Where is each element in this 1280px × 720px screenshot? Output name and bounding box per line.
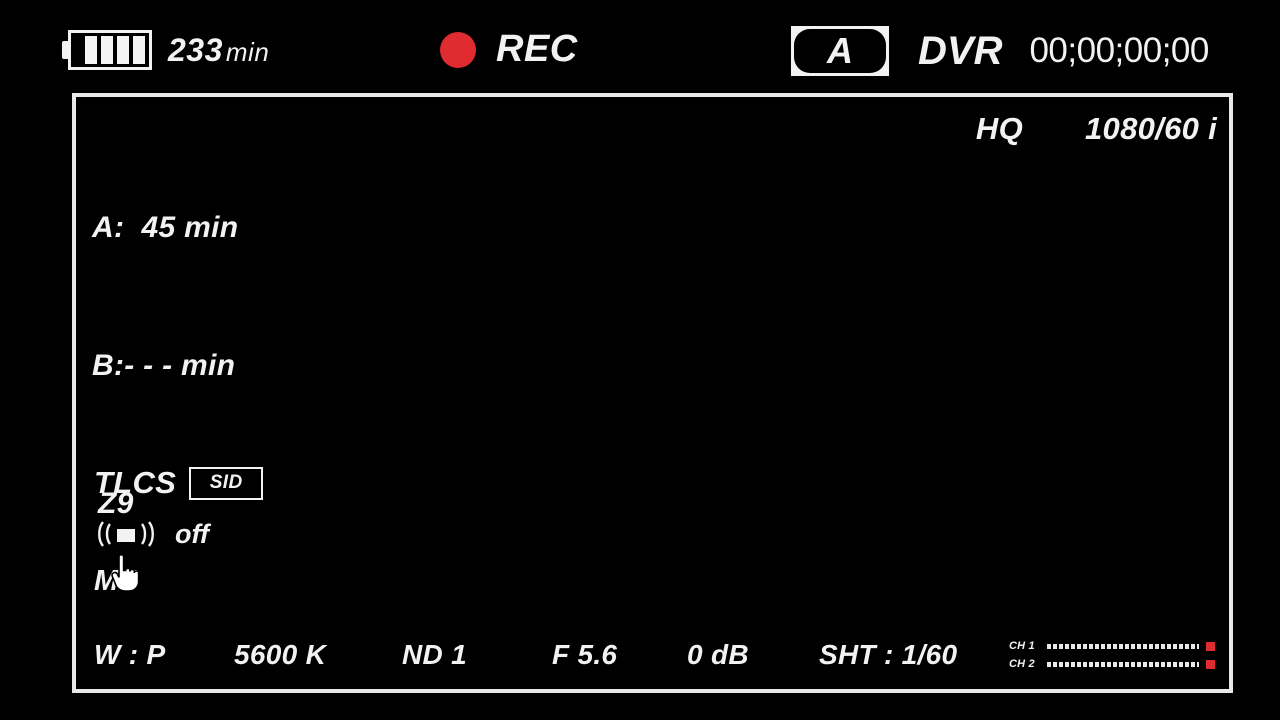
status-header-bar: 233 min REC A DVR 00;00;00;00 [0, 0, 1280, 93]
record-label: REC [496, 28, 578, 70]
white-balance-mode: W : P [94, 639, 166, 670]
audio-level-meters: CH 1 CH 2 [1009, 640, 1219, 671]
battery-icon [62, 30, 152, 70]
shutter-speed: SHT : 1/60 [819, 639, 958, 670]
battery-cell [133, 36, 145, 64]
audio-meter-row: CH 1 [1009, 640, 1215, 653]
nd-filter: ND 1 [402, 639, 467, 670]
battery-cell [85, 36, 97, 64]
slot-a-remaining: A: 45 min [92, 211, 239, 244]
viewfinder-overlay: A: 45 min B:- - - min Z9 HQ 1080/60 i TL… [76, 97, 1229, 689]
record-dot-icon [440, 31, 476, 68]
color-temperature: 5600 K [234, 639, 327, 670]
timecode-display: 00;00;00;00 [1029, 31, 1209, 70]
tlcs-mode-label: SID [209, 471, 243, 493]
dvr-indicator-group: A DVR 00;00;00;00 [791, 26, 1209, 76]
audio-channel-label: CH 2 [1009, 657, 1035, 670]
audio-channel-label: CH 1 [1009, 639, 1035, 652]
gain-value: 0 dB [687, 639, 749, 670]
audio-meter-scale [1047, 643, 1199, 649]
image-stabilizer-icon [94, 517, 158, 551]
focus-mode-label: MF [94, 565, 137, 597]
recording-resolution: 1080/60 i [1085, 111, 1217, 146]
battery-cell [101, 36, 113, 64]
iris-aperture: F 5.6 [552, 639, 618, 670]
active-card-slot-label: A [827, 30, 853, 71]
battery-cell [117, 36, 129, 64]
battery-indicator: 233 min [62, 30, 269, 70]
image-stabilizer-row: off [94, 511, 263, 557]
battery-remaining-value: 233 [168, 31, 223, 68]
audio-meter-scale [1047, 661, 1199, 667]
active-card-slot-badge-inner: A [794, 29, 886, 73]
battery-remaining-time: 233 min [168, 32, 269, 69]
slot-b-remaining: B:- - - min [92, 349, 236, 382]
audio-meter-row: CH 2 [1009, 658, 1215, 671]
active-card-slot-badge: A [791, 26, 889, 76]
audio-peak-indicator [1206, 659, 1215, 669]
battery-body [68, 30, 152, 70]
recording-quality: HQ [975, 111, 1024, 146]
tlcs-label: TLCS [94, 465, 177, 500]
format-info-block: HQ 1080/60 i [976, 111, 1217, 147]
audio-peak-indicator [1206, 641, 1215, 651]
image-stabilizer-state: off [175, 518, 209, 549]
viewfinder-frame: A: 45 min B:- - - min Z9 HQ 1080/60 i TL… [72, 93, 1233, 693]
record-indicator: REC [440, 28, 578, 71]
dvr-label: DVR [918, 28, 1003, 73]
lower-left-info-block: TLCS SID off MF [94, 461, 264, 601]
tlcs-mode-box: SID [189, 466, 264, 500]
bottom-status-strip: W : P 5600 K ND 1 F 5.6 0 dB SHT : 1/60 … [94, 635, 1219, 675]
battery-remaining-unit: min [225, 36, 270, 67]
tlcs-row: TLCS SID [94, 461, 264, 505]
